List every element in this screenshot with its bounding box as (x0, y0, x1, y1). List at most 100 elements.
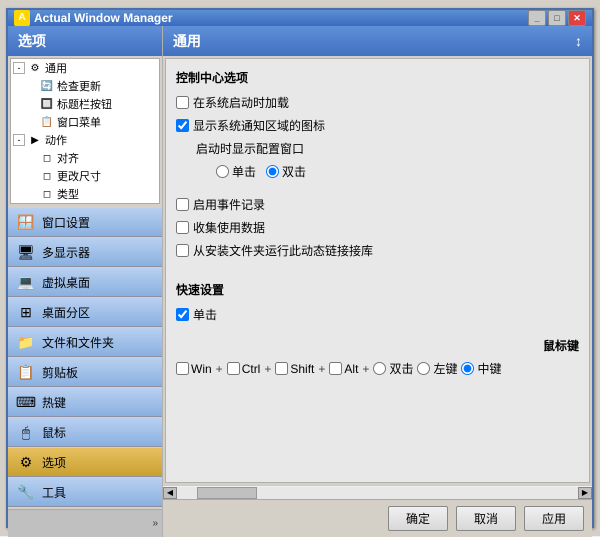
quick-single-click-label[interactable]: 单击 (193, 306, 217, 323)
alt-hotkey-checkbox[interactable] (329, 362, 342, 375)
main-title: 通用 (173, 31, 201, 51)
startup-load-checkbox[interactable] (176, 96, 189, 109)
clipboard-icon: 📋 (16, 362, 36, 382)
tree-item-align[interactable]: ◻ 对齐 (11, 149, 159, 167)
single-click-radio-item: 单击 (216, 163, 256, 180)
mouse-keys-section: 鼠标键 Win + Ctrl + (176, 337, 579, 377)
apply-button[interactable]: 应用 (524, 506, 584, 531)
close-button[interactable]: ✕ (568, 10, 586, 26)
shift-hotkey-checkbox[interactable] (275, 362, 288, 375)
show-tray-icon-row: 显示系统通知区域的图标 (176, 117, 579, 134)
click-radio-group: 单击 双击 (216, 163, 579, 180)
double-click-radio[interactable] (266, 165, 279, 178)
nav-item-window-settings[interactable]: 🪟 窗口设置 (8, 208, 162, 237)
double-click-radio-item: 双击 (266, 163, 306, 180)
run-from-install-row: 从安装文件夹运行此动态链接接库 (176, 242, 579, 259)
general-icon: ⚙ (27, 60, 43, 76)
single-click-radio[interactable] (216, 165, 229, 178)
show-tray-icon-checkbox[interactable] (176, 119, 189, 132)
double-click-mouse-label: 双击 (389, 360, 413, 377)
tree-area[interactable]: - ⚙ 通用 🔄 检查更新 🔲 标题栏按钮 (10, 58, 160, 204)
expand-button[interactable]: » (152, 518, 158, 529)
tree-item-titlebar[interactable]: 🔲 标题栏按钮 (11, 95, 159, 113)
multi-monitor-icon: 🖥 (16, 242, 36, 262)
collect-data-label[interactable]: 收集使用数据 (193, 219, 265, 236)
win-hotkey-checkbox[interactable] (176, 362, 189, 375)
main-body: 控制中心选项 在系统启动时加载 显示系统通知区域的图标 启动时显示配置窗口 (165, 58, 590, 483)
resize-icon: ◻ (39, 168, 55, 184)
update-icon: 🔄 (39, 78, 55, 94)
run-from-install-label[interactable]: 从安装文件夹运行此动态链接接库 (193, 242, 373, 259)
startup-show-label: 启动时显示配置窗口 (196, 140, 304, 157)
left-btn-item: 左键 (417, 360, 457, 377)
main-content: 通用 ↕ 控制中心选项 在系统启动时加载 显示系统通知区域的图标 (163, 26, 592, 537)
plus-sep-3: + (318, 362, 325, 376)
app-icon: A (14, 10, 30, 26)
ctrl-hotkey-item: Ctrl (227, 362, 261, 376)
tree-item-resize[interactable]: ◻ 更改尺寸 (11, 167, 159, 185)
double-click-mouse-radio[interactable] (373, 362, 386, 375)
tree-item-winmenu[interactable]: 📋 窗口菜单 (11, 113, 159, 131)
quick-single-click-checkbox[interactable] (176, 308, 189, 321)
left-btn-label: 左键 (433, 360, 457, 377)
left-btn-radio[interactable] (417, 362, 430, 375)
tree-expand-general[interactable]: - (13, 62, 25, 74)
minimize-button[interactable]: _ (528, 10, 546, 26)
quick-single-click-row: 单击 (176, 306, 579, 323)
nav-item-tools[interactable]: 🔧 工具 (8, 478, 162, 507)
ok-button[interactable]: 确定 (388, 506, 448, 531)
nav-item-multi-monitor[interactable]: 🖥 多显示器 (8, 238, 162, 267)
enable-events-checkbox[interactable] (176, 198, 189, 211)
align-icon: ◻ (39, 150, 55, 166)
tree-item-type[interactable]: ◻ 类型 (11, 185, 159, 203)
tools-icon: 🔧 (16, 482, 36, 502)
single-click-label[interactable]: 单击 (232, 163, 256, 180)
enable-events-row: 启用事件记录 (176, 196, 579, 213)
winmenu-icon: 📋 (39, 114, 55, 130)
startup-show-row: 启动时显示配置窗口 (196, 140, 579, 157)
scroll-left-btn[interactable]: ◀ (163, 487, 177, 499)
maximize-button[interactable]: □ (548, 10, 566, 26)
ctrl-hotkey-checkbox[interactable] (227, 362, 240, 375)
double-click-mouse-item: 双击 (373, 360, 413, 377)
enable-events-label[interactable]: 启用事件记录 (193, 196, 265, 213)
tree-item-update[interactable]: 🔄 检查更新 (11, 77, 159, 95)
nav-item-hotkeys[interactable]: ⌨ 热键 (8, 388, 162, 417)
double-click-label[interactable]: 双击 (282, 163, 306, 180)
startup-load-label[interactable]: 在系统启动时加载 (193, 94, 289, 111)
startup-load-row: 在系统启动时加载 (176, 94, 579, 111)
cancel-button[interactable]: 取消 (456, 506, 516, 531)
hotkeys-icon: ⌨ (16, 392, 36, 412)
scroll-track[interactable] (177, 487, 578, 499)
tree-item-general[interactable]: - ⚙ 通用 (11, 59, 159, 77)
sidebar-bottom: » (8, 509, 162, 537)
window-controls: _ □ ✕ (528, 10, 586, 26)
sidebar: 选项 - ⚙ 通用 🔄 检查更新 🔲 (8, 26, 163, 537)
desktop-partition-icon: ⊞ (16, 302, 36, 322)
middle-btn-radio[interactable] (461, 362, 474, 375)
horizontal-scrollbar[interactable]: ◀ ▶ (163, 485, 592, 499)
header-icon: ↕ (575, 33, 582, 49)
scroll-thumb[interactable] (197, 487, 257, 499)
nav-item-options[interactable]: ⚙ 选项 (8, 448, 162, 477)
collect-data-checkbox[interactable] (176, 221, 189, 234)
tree-item-actions[interactable]: - ▶ 动作 (11, 131, 159, 149)
nav-item-mouse[interactable]: 🖱 鼠标 (8, 418, 162, 447)
win-label: Win (191, 362, 212, 376)
show-tray-icon-label[interactable]: 显示系统通知区域的图标 (193, 117, 325, 134)
shift-label: Shift (290, 362, 314, 376)
alt-hotkey-item: Alt (329, 362, 358, 376)
virtual-desktop-icon: 💻 (16, 272, 36, 292)
run-from-install-checkbox[interactable] (176, 244, 189, 257)
nav-item-desktop-partition[interactable]: ⊞ 桌面分区 (8, 298, 162, 327)
sidebar-nav: 🪟 窗口设置 🖥 多显示器 💻 虚拟桌面 ⊞ 桌面分区 (8, 206, 162, 509)
nav-item-files-folders[interactable]: 📁 文件和文件夹 (8, 328, 162, 357)
nav-item-clipboard[interactable]: 📋 剪贴板 (8, 358, 162, 387)
tree-expand-actions[interactable]: - (13, 134, 25, 146)
quick-settings-title: 快速设置 (176, 281, 579, 298)
window-title: Actual Window Manager (34, 11, 528, 25)
files-folders-icon: 📁 (16, 332, 36, 352)
scroll-right-btn[interactable]: ▶ (578, 487, 592, 499)
plus-sep-4: + (362, 362, 369, 376)
nav-item-virtual-desktop[interactable]: 💻 虚拟桌面 (8, 268, 162, 297)
